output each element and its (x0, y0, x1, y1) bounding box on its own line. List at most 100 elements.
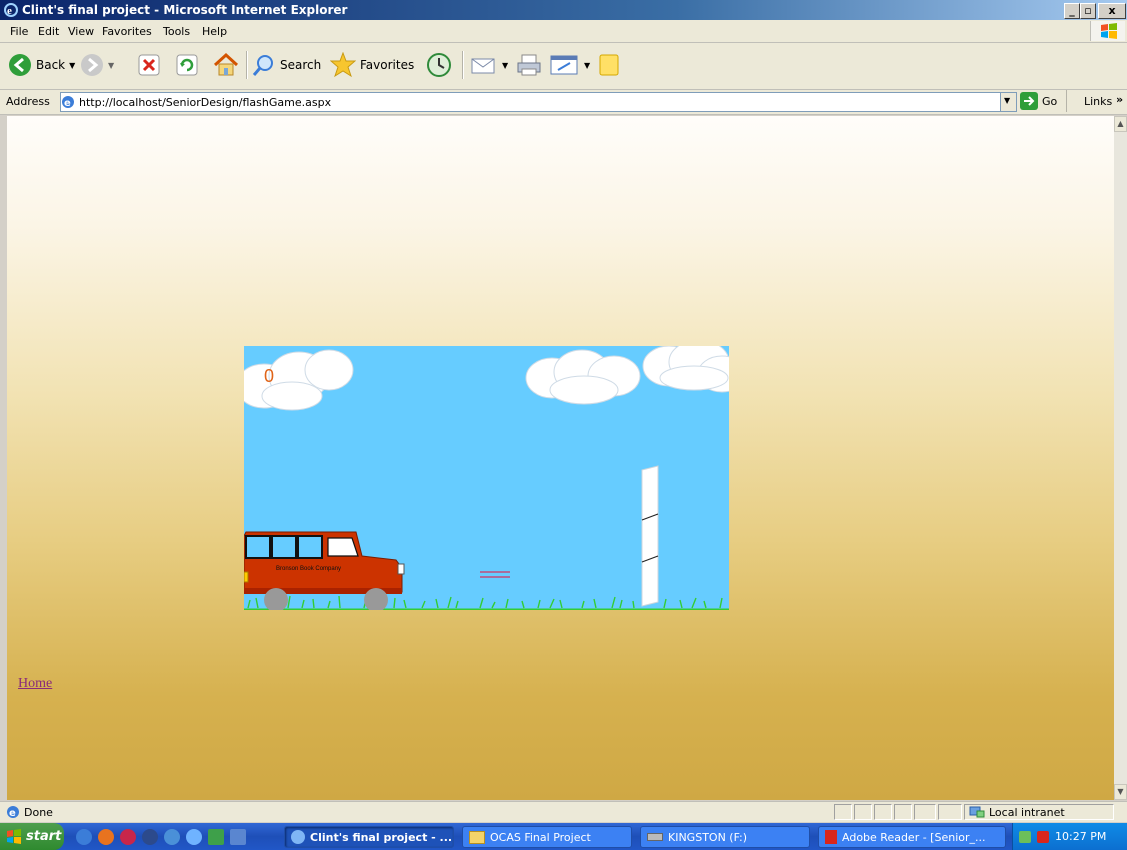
taskbar: start Clint's final project - ... OCAS F… (0, 823, 1127, 850)
address-label: Address (6, 95, 50, 108)
forward-dropdown-icon[interactable]: ▼ (108, 61, 114, 70)
history-button[interactable] (426, 51, 452, 79)
tray-network-icon[interactable] (1019, 830, 1031, 843)
quicklaunch-messenger-icon[interactable] (164, 829, 180, 845)
page-icon: e (62, 96, 74, 109)
address-url: http://localhost/SeniorDesign/flashGame.… (79, 95, 332, 109)
windows-flag-icon (1090, 21, 1125, 41)
home-button[interactable] (212, 51, 240, 79)
quicklaunch-ie-icon[interactable] (76, 829, 92, 845)
quicklaunch-desktop-icon[interactable] (230, 829, 246, 845)
start-label: start (26, 829, 62, 844)
tower-obstacle (641, 465, 659, 607)
ie-logo-icon: e (4, 3, 18, 17)
favorites-star-icon (330, 52, 356, 78)
back-button[interactable]: Back ▼ (8, 51, 75, 79)
svg-text:e: e (9, 808, 16, 819)
task-ie-window[interactable]: Clint's final project - ... (284, 826, 454, 848)
stop-button[interactable] (138, 51, 160, 79)
address-bar: Address e http://localhost/SeniorDesign/… (0, 90, 1127, 115)
scroll-up-icon[interactable]: ▲ (1114, 116, 1127, 132)
svg-text:e: e (64, 98, 71, 109)
cloud-middle (525, 349, 641, 405)
intranet-icon (969, 806, 985, 818)
drive-icon (647, 833, 663, 841)
zone-panel: Local intranet (964, 804, 1114, 820)
home-link[interactable]: Home (18, 676, 52, 692)
task-adobe-label: Adobe Reader - [Senior_... (842, 830, 986, 844)
menu-favorites[interactable]: Favorites (102, 25, 152, 38)
quicklaunch-firefox-icon[interactable] (98, 829, 114, 845)
mail-button[interactable]: ▼ (470, 51, 508, 79)
scroll-down-icon[interactable]: ▼ (1114, 784, 1127, 800)
go-label: Go (1042, 94, 1058, 108)
quicklaunch-media-icon[interactable] (120, 829, 136, 845)
quicklaunch-network-icon[interactable] (186, 829, 202, 845)
address-input[interactable]: e http://localhost/SeniorDesign/flashGam… (60, 92, 1008, 112)
svg-text:e: e (7, 5, 12, 17)
quicklaunch-app-icon[interactable] (208, 829, 224, 845)
menu-tools[interactable]: Tools (163, 25, 190, 38)
tray-security-icon[interactable] (1037, 830, 1049, 843)
sticky-note-icon (599, 54, 619, 76)
home-icon (213, 52, 239, 76)
quicklaunch-player-icon[interactable] (142, 829, 158, 845)
forward-arrow-icon (81, 54, 103, 76)
adobe-icon (825, 830, 837, 844)
forward-button[interactable]: ▼ (80, 51, 114, 79)
task-ie-label: Clint's final project - ... (310, 830, 453, 844)
print-icon (517, 54, 541, 76)
print-button[interactable] (516, 51, 542, 79)
links-button[interactable]: Links (1084, 95, 1112, 108)
back-arrow-icon (9, 54, 31, 76)
cloud-right (642, 346, 729, 393)
page-done-icon: e (7, 806, 19, 819)
title-bar[interactable]: e Clint's final project - Microsoft Inte… (0, 0, 1127, 20)
task-ocas-label: OCAS Final Project (490, 830, 591, 844)
edit-button[interactable]: ▼ (550, 51, 590, 79)
search-icon (252, 55, 273, 76)
toolbar: Back ▼ ▼ Search Favorites ▼ ▼ (0, 43, 1127, 90)
truck-label: Bronson Book Company (276, 566, 342, 572)
favorites-label: Favorites (360, 58, 415, 72)
stop-icon (138, 54, 160, 76)
notes-button[interactable] (598, 51, 620, 79)
menu-help[interactable]: Help (202, 25, 227, 38)
folder-icon (469, 830, 485, 844)
links-chevron-icon[interactable]: » (1116, 93, 1123, 106)
score-display: 0 (264, 366, 275, 386)
status-bar: e Done Local intranet (0, 801, 1127, 822)
back-label: Back (36, 58, 66, 72)
flash-game[interactable]: Bronson Book Company 0 (244, 346, 729, 610)
clock[interactable]: 10:27 PM (1055, 830, 1106, 843)
vertical-scrollbar[interactable]: ▲ ▼ (1114, 116, 1127, 800)
address-dropdown-icon[interactable]: ▼ (1000, 92, 1017, 112)
task-adobe-reader[interactable]: Adobe Reader - [Senior_... (818, 826, 1006, 848)
windows-flag-icon (7, 828, 21, 844)
search-label: Search (280, 58, 322, 72)
menu-edit[interactable]: Edit (38, 25, 59, 38)
start-button[interactable]: start (0, 823, 64, 850)
projectile (480, 571, 510, 578)
close-button[interactable]: x (1098, 3, 1126, 19)
status-text: Done (24, 805, 53, 819)
go-button[interactable]: Go (1020, 92, 1057, 110)
menu-file[interactable]: File (10, 25, 28, 38)
cloud-left (244, 349, 354, 411)
minimize-button[interactable]: _ (1064, 3, 1080, 19)
task-kingston-drive[interactable]: KINGSTON (F:) (640, 826, 810, 848)
maximize-button[interactable]: ▫ (1080, 3, 1096, 19)
favorites-button[interactable]: Favorites (330, 51, 414, 79)
task-ocas-folder[interactable]: OCAS Final Project (462, 826, 632, 848)
system-tray: 10:27 PM (1012, 823, 1127, 850)
zone-text: Local intranet (989, 805, 1065, 819)
refresh-button[interactable] (176, 51, 198, 79)
back-dropdown-icon[interactable]: ▼ (69, 61, 75, 70)
task-ie-icon (291, 830, 305, 844)
menu-view[interactable]: View (68, 25, 94, 38)
status-message: e Done (6, 805, 53, 819)
mail-icon (471, 58, 495, 74)
search-button[interactable]: Search (252, 51, 321, 79)
task-kingston-label: KINGSTON (F:) (668, 830, 748, 844)
history-icon (427, 53, 451, 77)
